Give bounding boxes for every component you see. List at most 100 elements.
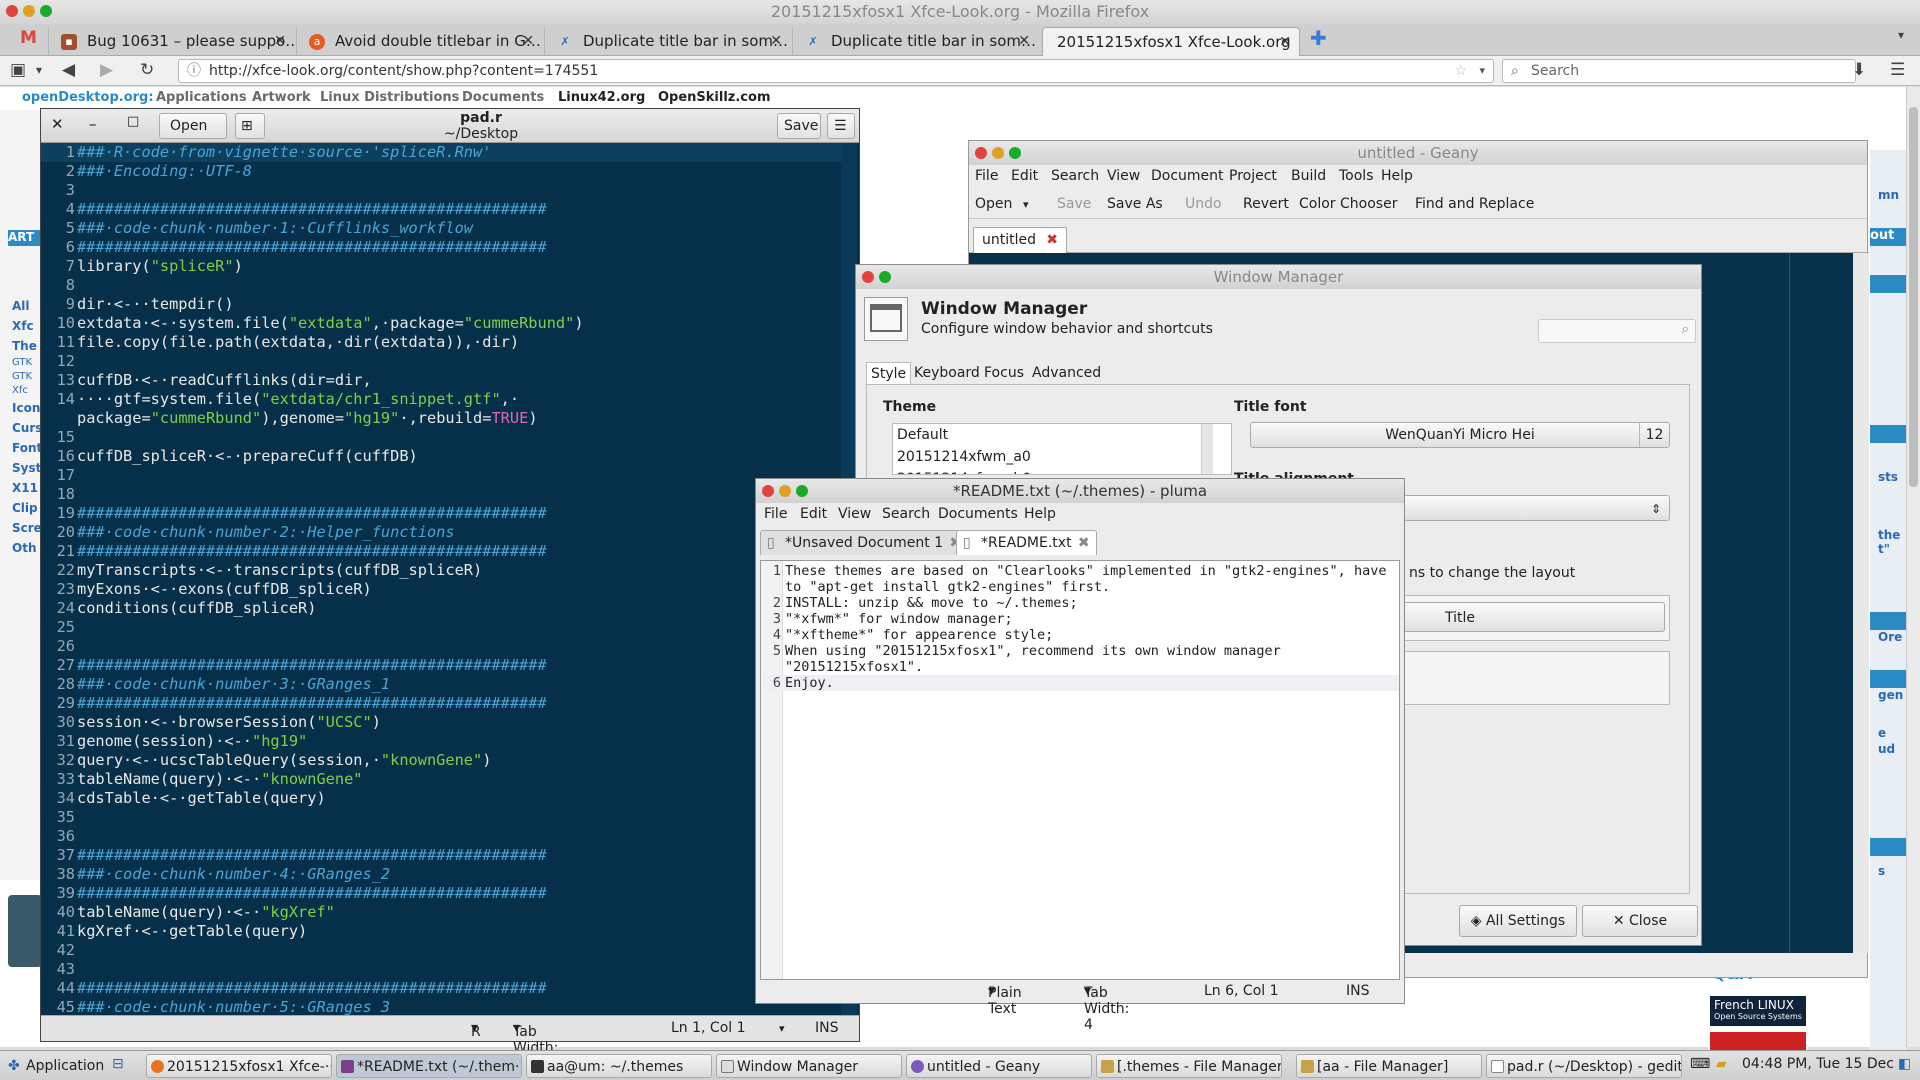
theme-item[interactable]: Default	[897, 424, 1231, 446]
save-button[interactable]: Save	[777, 113, 821, 139]
applications-menu-button[interactable]: ✤ Application	[4, 1054, 104, 1078]
code-line[interactable]: 16 cuffDB_spliceR·<-·prepareCuff(cuffDB)	[41, 447, 841, 466]
chevron-down-icon[interactable]: ▾	[779, 1022, 785, 1035]
theme-list[interactable]: Default 20151214xfwm_a0 20151214xfwm_b0	[892, 423, 1232, 475]
page-info-icon[interactable]: ⓘ	[187, 60, 201, 82]
tab-bug[interactable]: ▪ Bug 10631 – please suppo… ✕	[48, 27, 294, 56]
side-link[interactable]: All	[12, 296, 42, 316]
code-line[interactable]: 4 #######################################…	[41, 200, 841, 219]
close-icon[interactable]: ✕	[1279, 28, 1291, 56]
open-button[interactable]: Open	[975, 196, 1012, 212]
code-line[interactable]: 1 ###·R·code·from·vignette·source·'splice…	[41, 143, 841, 162]
code-line[interactable]: 27 ######################################…	[41, 656, 841, 675]
od-link-artwork[interactable]: Artwork	[252, 90, 311, 105]
tab-list-chevron-icon[interactable]: ▾	[1898, 28, 1904, 42]
pluma-text-view[interactable]: 1 These themes are based on "Clearlooks" …	[760, 560, 1400, 980]
all-settings-button[interactable]: ◈ All Settings	[1459, 905, 1577, 937]
close-icon[interactable]: ✕	[770, 27, 782, 56]
notification-icon[interactable]: ◧	[1898, 1056, 1911, 1072]
code-line[interactable]: 24 conditions(cuffDB_spliceR)	[41, 599, 841, 618]
code-line[interactable]: 18	[41, 485, 841, 504]
menu-edit[interactable]: Edit	[1011, 168, 1038, 184]
maximize-dot-icon[interactable]	[796, 485, 808, 497]
code-line[interactable]: 12	[41, 352, 841, 371]
close-icon[interactable]: ✕	[274, 27, 286, 56]
side-link[interactable]: Syst	[12, 458, 42, 478]
code-line[interactable]: 7 library("spliceR")	[41, 257, 841, 276]
task-geany[interactable]: untitled - Geany	[906, 1054, 1092, 1078]
task-themes-file-manager[interactable]: [.themes - File Manager]	[1096, 1054, 1282, 1078]
text-line[interactable]: 2 INSTALL: unzip && move to ~/.themes;	[761, 595, 1399, 611]
close-dot-icon[interactable]	[862, 271, 874, 283]
code-line[interactable]: 35	[41, 808, 841, 827]
minimize-dot-icon[interactable]	[992, 147, 1004, 159]
theme-item[interactable]: 20151214xfwm_a0	[897, 446, 1231, 468]
code-line[interactable]: 25	[41, 618, 841, 637]
tab-width-selector[interactable]: Tab Width: 8 ▾	[513, 1020, 558, 1072]
code-line[interactable]: 2 ###·Encoding:·UTF-8	[41, 162, 841, 181]
geany-scrollbar[interactable]	[1853, 253, 1869, 953]
menu-file[interactable]: File	[764, 506, 787, 522]
code-line[interactable]: 28 ###·code·chunk·number·3:·GRanges_1	[41, 675, 841, 694]
menu-search[interactable]: Search	[882, 506, 930, 522]
url-bar[interactable]: ⓘ http://xfce-look.org/content/show.php?…	[178, 59, 1494, 83]
pocket-icon[interactable]: ▣	[10, 60, 26, 80]
od-link-documents[interactable]: Documents	[462, 90, 544, 105]
code-line[interactable]: 30 session·<-·browserSession("UCSC")	[41, 713, 841, 732]
search-field[interactable]: ⌕ Search	[1502, 59, 1856, 83]
tab-advanced[interactable]: Advanced	[1028, 362, 1105, 384]
od-link-applications[interactable]: Applications	[156, 90, 247, 105]
code-line[interactable]: 40 tableName(query)·<-·"kgXref"	[41, 903, 841, 922]
side-link[interactable]: GTK	[12, 356, 42, 370]
side-link[interactable]: Scre	[12, 518, 42, 538]
tab-unsaved-document[interactable]: ▯ *Unsaved Document 1 ✖	[760, 530, 969, 555]
menu-build[interactable]: Build	[1291, 168, 1326, 184]
close-button[interactable]: ✕ Close	[1582, 905, 1698, 937]
task-aa-file-manager[interactable]: [aa - File Manager]	[1296, 1054, 1482, 1078]
text-line[interactable]: 3 "*xfwm*" for window manager;	[761, 611, 1399, 627]
close-icon[interactable]: ✕	[522, 27, 534, 56]
show-desktop-icon[interactable]: ⊟	[112, 1056, 124, 1072]
tab-focus[interactable]: Focus	[980, 362, 1028, 384]
maximize-dot-icon[interactable]	[879, 271, 891, 283]
menu-file[interactable]: File	[975, 168, 998, 184]
code-line[interactable]: 21 ######################################…	[41, 542, 841, 561]
title-font-button[interactable]: WenQuanYi Micro Hei 12	[1250, 422, 1670, 448]
tab-xfce-look[interactable]: 20151215xfosx1 Xfce-Look.org ✕	[1042, 27, 1300, 56]
side-link[interactable]: Xfc	[12, 384, 42, 398]
tab-readme[interactable]: ▯ *README.txt ✖	[956, 530, 1097, 555]
menu-tools[interactable]: Tools	[1339, 168, 1374, 184]
side-link[interactable]: Oth	[12, 538, 42, 558]
code-line[interactable]: 36	[41, 827, 841, 846]
code-line[interactable]: 34 cdsTable·<-·getTable(query)	[41, 789, 841, 808]
menu-view[interactable]: View	[1107, 168, 1140, 184]
menu-project[interactable]: Project	[1229, 168, 1277, 184]
text-line[interactable]: 1 These themes are based on "Clearlooks" …	[761, 563, 1399, 579]
side-link[interactable]: Curs	[12, 418, 42, 438]
network-icon[interactable]: ▰	[1716, 1056, 1727, 1072]
code-line[interactable]: 9 dir·<-··tempdir()	[41, 295, 841, 314]
reload-icon[interactable]: ↻	[140, 60, 154, 80]
minimize-icon[interactable]: –	[89, 115, 97, 133]
code-line[interactable]: 23 myExons·<-·exons(cuffDB_spliceR)	[41, 580, 841, 599]
task-firefox[interactable]: 20151215xfosx1 Xfce-···	[146, 1054, 332, 1078]
language-selector[interactable]: Plain Text ▾	[988, 983, 1022, 1017]
task-gedit[interactable]: pad.r (~/Desktop) - gedit	[1486, 1054, 1682, 1078]
code-line[interactable]: 29 ######################################…	[41, 694, 841, 713]
language-selector[interactable]: R ▾	[471, 1020, 481, 1040]
code-line[interactable]: 17	[41, 466, 841, 485]
theme-list-scrollbar[interactable]	[1201, 424, 1213, 474]
gmail-icon[interactable]: M	[20, 28, 37, 48]
code-line[interactable]: 41 kgXref·<-·getTable(query)	[41, 922, 841, 941]
minimize-dot-icon[interactable]	[23, 5, 35, 17]
close-icon[interactable]: ✖	[1046, 228, 1058, 252]
side-link[interactable]: Icon	[12, 398, 42, 418]
text-line[interactable]: "20151215xfosx1".	[761, 659, 1399, 675]
new-tab-button[interactable]: ⊞	[235, 113, 265, 139]
code-line[interactable]: package="cummeRbund"),genome="hg19"·,reb…	[41, 409, 841, 428]
code-line[interactable]: 3	[41, 181, 841, 200]
close-icon[interactable]: ✖	[1078, 531, 1090, 555]
code-line[interactable]: 19 ######################################…	[41, 504, 841, 523]
firefox-scrollbar[interactable]	[1906, 87, 1920, 1047]
task-terminal[interactable]: aa@um: ~/.themes	[526, 1054, 712, 1078]
